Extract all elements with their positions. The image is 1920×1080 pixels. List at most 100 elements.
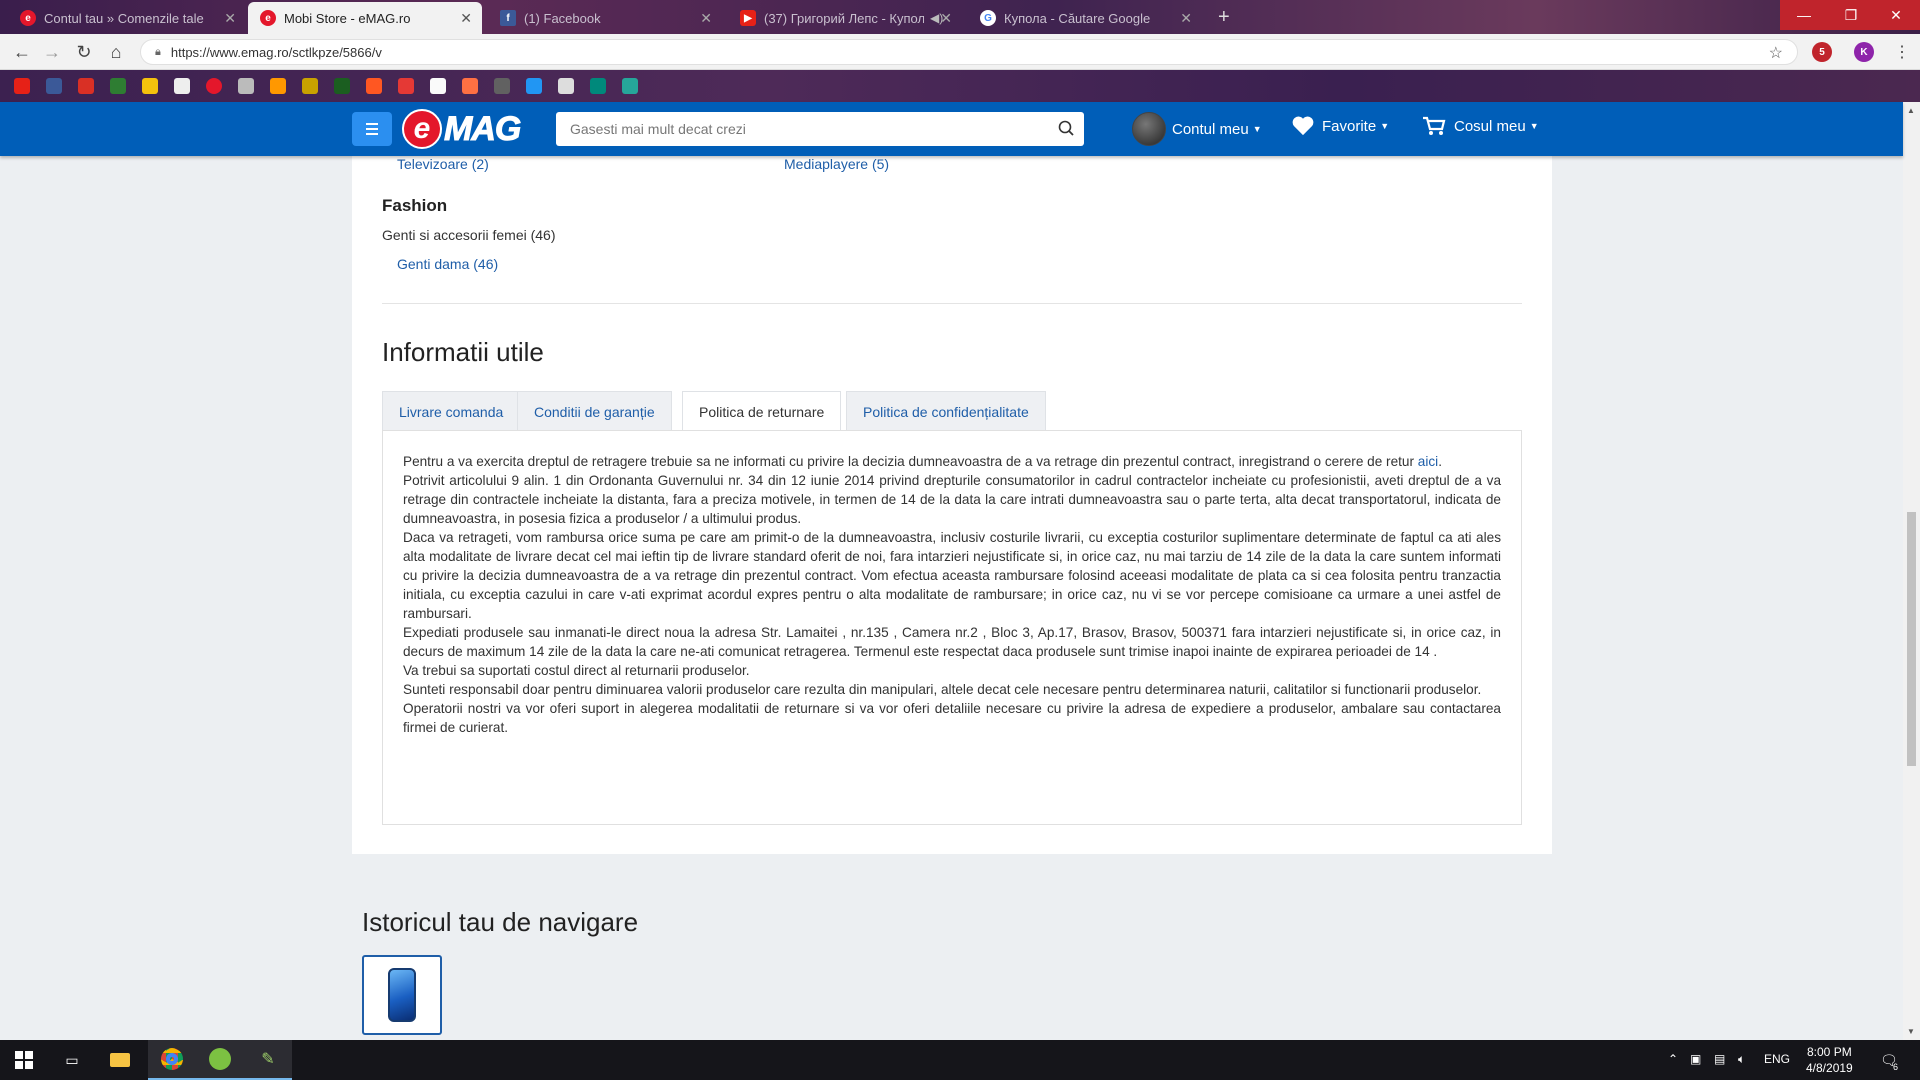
task-view-button[interactable]: ▭ — [48, 1040, 96, 1080]
tool-bookmark-icon[interactable] — [238, 78, 254, 94]
youtube-bookmark-icon[interactable] — [14, 78, 30, 94]
bookmark-icon[interactable] — [558, 78, 574, 94]
bookmark-icon[interactable] — [622, 78, 638, 94]
gmail-bookmark-icon[interactable] — [78, 78, 94, 94]
search-icon[interactable] — [1058, 120, 1074, 136]
tab-politica-returnare[interactable]: Politica de returnare — [682, 391, 842, 432]
page-scrollbar[interactable]: ▲ ▼ — [1903, 102, 1920, 1040]
divider — [382, 303, 1522, 304]
scroll-up-icon[interactable]: ▲ — [1907, 106, 1915, 115]
emag-bookmark-icon[interactable] — [206, 78, 222, 94]
cart-menu[interactable]: Cosul meu ▼ — [1422, 116, 1539, 136]
browser-tab-facebook[interactable]: f (1) Facebook ✕ — [488, 2, 722, 34]
emag-favicon-icon: e — [20, 10, 36, 26]
app-taskbar-button[interactable]: ✎ — [244, 1040, 292, 1080]
favorites-label: Favorite — [1322, 117, 1377, 135]
close-icon[interactable]: ✕ — [1180, 10, 1192, 27]
account-menu[interactable]: Contul meu ▼ — [1132, 112, 1262, 146]
new-tab-button[interactable]: + — [1218, 6, 1230, 29]
close-icon[interactable]: ✕ — [224, 10, 236, 27]
search-input[interactable] — [570, 121, 1010, 137]
bookmark-icon[interactable] — [462, 78, 478, 94]
bookmark-icon[interactable] — [334, 78, 350, 94]
chrome-taskbar-button[interactable] — [148, 1040, 196, 1080]
category-link-televizoare[interactable]: Televizoare (2) — [397, 156, 489, 172]
facebook-bookmark-icon[interactable] — [46, 78, 62, 94]
youtube-favicon-icon: ▶ — [740, 10, 756, 26]
forward-button[interactable]: → — [40, 40, 64, 64]
utorrent-taskbar-button[interactable] — [196, 1040, 244, 1080]
tab-garantie[interactable]: Conditii de garanție — [517, 391, 672, 431]
favorites-menu[interactable]: Favorite ▼ — [1292, 116, 1389, 136]
bookmark-icon[interactable] — [526, 78, 542, 94]
history-product-thumbnail[interactable] — [362, 955, 442, 1035]
category-link-genti-dama[interactable]: Genti dama (46) — [397, 256, 498, 272]
page-bookmark-icon[interactable] — [174, 78, 190, 94]
chrome-menu-icon[interactable]: ⋮ — [1890, 40, 1914, 64]
browser-tab-title: Contul tau » Comenzile tale — [44, 10, 204, 26]
browser-tab-title: (1) Facebook — [524, 10, 601, 26]
search-box — [556, 112, 1084, 146]
system-clock[interactable]: 8:00 PM 4/8/2019 — [1806, 1044, 1853, 1076]
bookmark-icon[interactable] — [270, 78, 286, 94]
extension-badge: 5 — [1819, 46, 1825, 58]
cart-label: Cosul meu — [1454, 117, 1526, 135]
emag-logo[interactable]: e MAG — [402, 109, 522, 149]
bookmark-icon[interactable] — [430, 78, 446, 94]
profile-avatar[interactable]: K — [1854, 42, 1874, 62]
bookmark-icon[interactable] — [398, 78, 414, 94]
notification-count: 6 — [1893, 1062, 1899, 1072]
category-heading-fashion: Fashion — [382, 196, 448, 215]
file-explorer-button[interactable] — [96, 1040, 144, 1080]
windows-taskbar: ▭ ✎ ⌃ ▣ ▤ 🔈︎ ENG 8:00 PM 4/8/2019 🗨︎ 6 — [0, 1040, 1920, 1080]
close-icon[interactable]: ✕ — [460, 10, 472, 27]
back-button[interactable]: ← — [10, 40, 34, 64]
minimize-button[interactable]: — — [1780, 0, 1828, 30]
tab-confidentialitate[interactable]: Politica de confidențialitate — [846, 391, 1046, 431]
bookmark-icon[interactable] — [142, 78, 158, 94]
app-icon: ✎ — [261, 1051, 275, 1068]
reload-button[interactable]: ↻ — [72, 40, 96, 64]
phone-image — [388, 968, 416, 1022]
network-icon[interactable]: ▤ — [1714, 1052, 1725, 1066]
browser-tab-youtube[interactable]: ▶ (37) Григорий Лепс - Купол ◀) ✕ — [728, 2, 962, 34]
scroll-down-icon[interactable]: ▼ — [1907, 1027, 1915, 1036]
language-indicator[interactable]: ENG — [1764, 1052, 1790, 1066]
windows-start-button[interactable] — [0, 1040, 48, 1080]
caret-down-icon: ▼ — [1529, 121, 1539, 131]
home-button[interactable]: ⌂ — [104, 40, 128, 64]
volume-icon[interactable]: 🔈︎ — [1738, 1052, 1745, 1067]
emag-header: e MAG Contul meu ▼ Favorite ▼ Cosul meu … — [0, 102, 1903, 156]
folder-icon — [110, 1053, 130, 1067]
clock-time: 8:00 PM — [1807, 1045, 1852, 1059]
policy-paragraph: Va trebui sa suportati costul direct al … — [403, 663, 750, 678]
omnibox[interactable]: 🔒︎ https://www.emag.ro/sctlkpze/5866/v ☆ — [140, 39, 1798, 65]
tray-monitor-icon[interactable]: ▣ — [1690, 1052, 1701, 1066]
chrome-icon — [161, 1048, 183, 1070]
bookmark-icon[interactable] — [494, 78, 510, 94]
bookmark-icon[interactable] — [590, 78, 606, 94]
window-close-button[interactable]: ✕ — [1872, 0, 1920, 30]
restore-button[interactable]: ❐ — [1827, 0, 1875, 30]
menu-button[interactable] — [352, 112, 392, 146]
caret-down-icon: ▼ — [1380, 121, 1390, 131]
category-link-mediaplayere[interactable]: Mediaplayere (5) — [784, 156, 889, 172]
scrollbar-thumb[interactable] — [1907, 512, 1916, 766]
browser-tab-mobi-store[interactable]: e Mobi Store - eMAG.ro ✕ — [248, 2, 482, 34]
tray-chevron-icon[interactable]: ⌃ — [1668, 1052, 1678, 1066]
close-icon[interactable]: ✕ — [940, 10, 952, 27]
bookmark-icon[interactable] — [366, 78, 382, 94]
browser-tab-google[interactable]: G Купола - Căutare Google ✕ — [968, 2, 1202, 34]
policy-paragraph: Sunteti responsabil doar pentru diminuar… — [403, 682, 1482, 697]
task-view-icon: ▭ — [65, 1051, 79, 1068]
bookmark-star-icon[interactable]: ☆ — [1769, 43, 1783, 63]
tab-livrare[interactable]: Livrare comanda — [382, 391, 521, 431]
extension-icon[interactable]: 5 — [1812, 42, 1832, 62]
browser-tab-comenzi[interactable]: e Contul tau » Comenzile tale ✕ — [8, 2, 246, 34]
return-request-link[interactable]: aici — [1418, 454, 1438, 469]
close-icon[interactable]: ✕ — [700, 10, 712, 27]
return-policy-panel: Pentru a va exercita dreptul de retrager… — [382, 430, 1522, 825]
imdb-bookmark-icon[interactable] — [302, 78, 318, 94]
fl-bookmark-icon[interactable] — [110, 78, 126, 94]
logo-mag: MAG — [443, 109, 521, 148]
